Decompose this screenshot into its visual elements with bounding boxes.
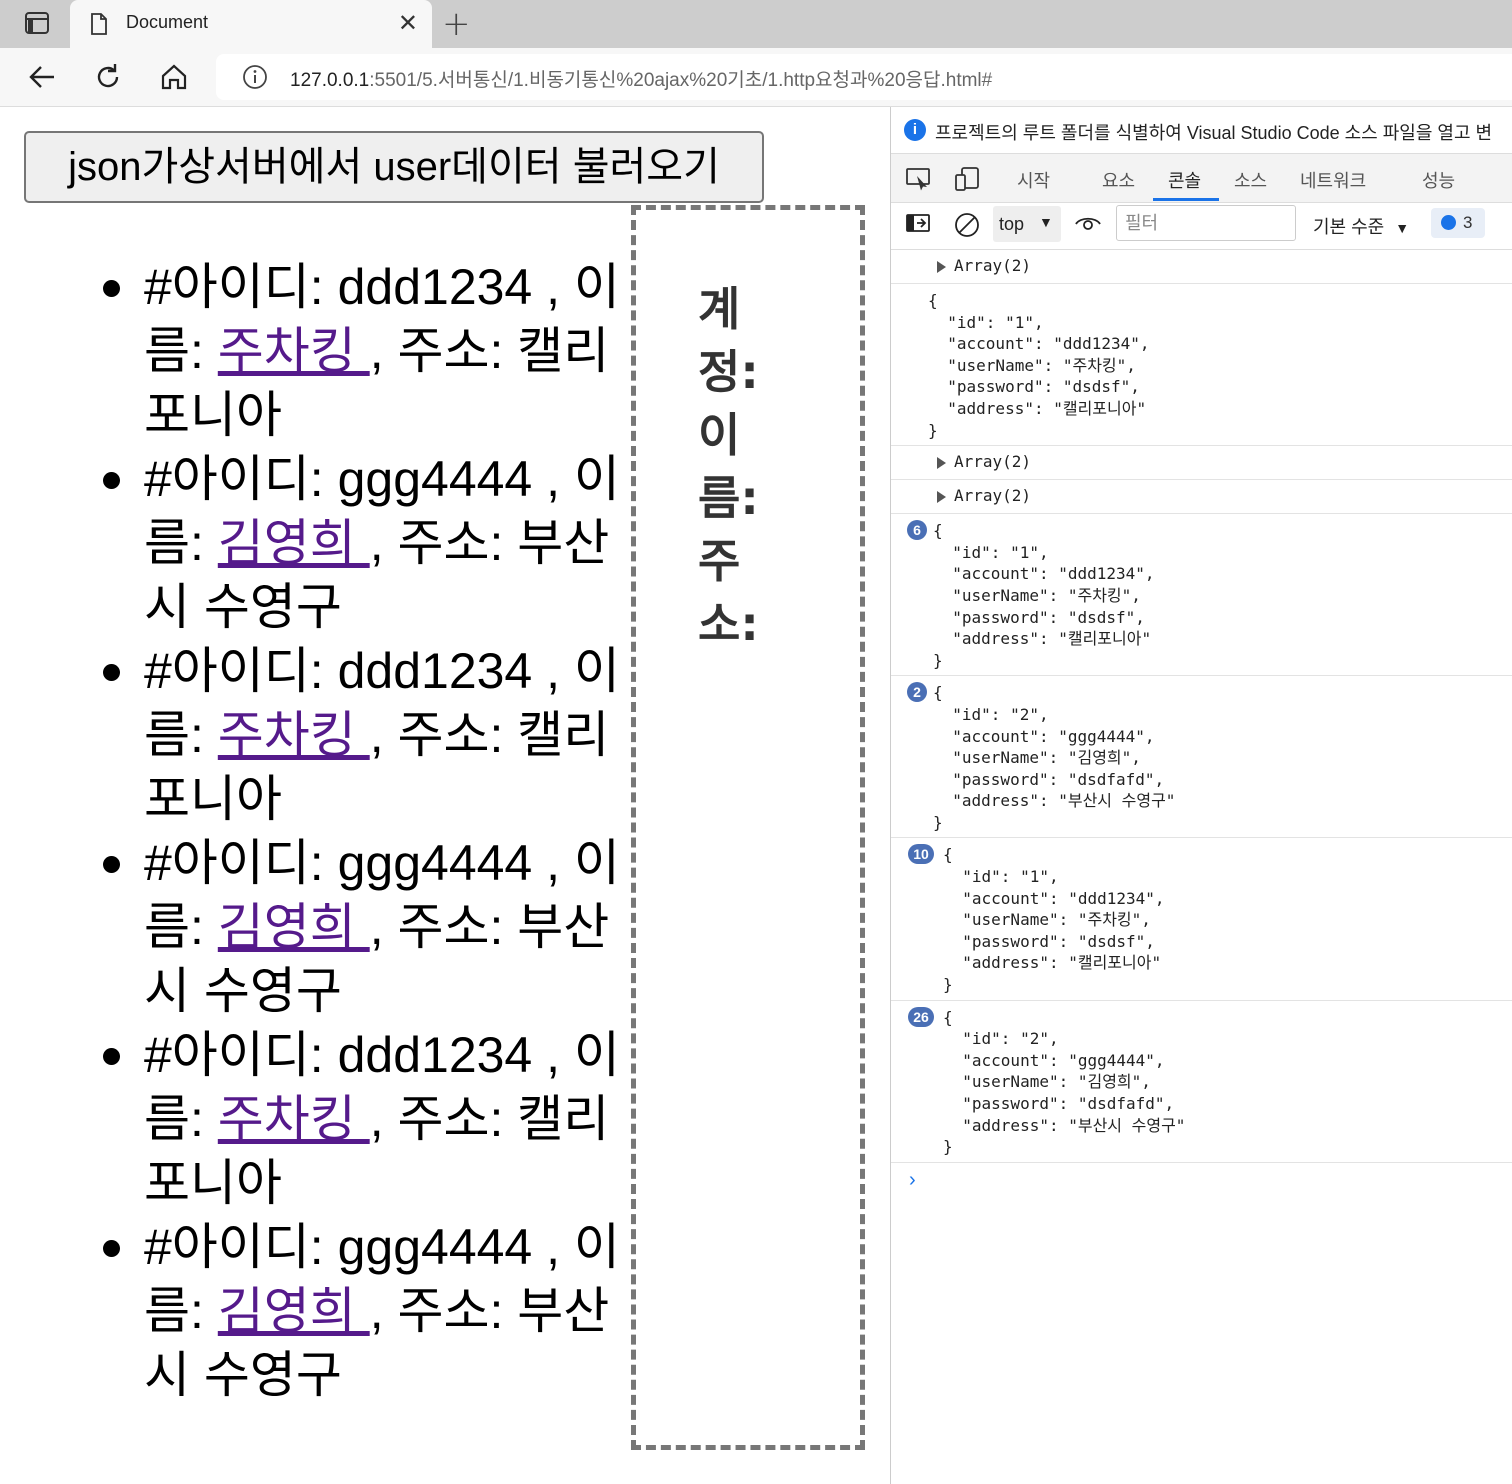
inspect-element-icon[interactable] bbox=[905, 166, 933, 197]
url-path: :5501/5.서버통신/1.비동기통신%20ajax%20기초/1.http요… bbox=[369, 70, 993, 91]
message-count-badge[interactable]: 3 bbox=[1431, 208, 1485, 238]
user-name-link[interactable]: 김영희 bbox=[218, 899, 370, 955]
object-json-text: { "id": "2", "account": "ggg4444", "user… bbox=[943, 1007, 1186, 1157]
load-users-button[interactable]: json가상서버에서 user데이터 불러오기 bbox=[24, 131, 764, 203]
tab-start[interactable]: 시작 bbox=[1017, 167, 1050, 193]
message-count: 3 bbox=[1463, 213, 1473, 232]
console-object-message: 10 { "id": "1", "account": "ddd1234", "us… bbox=[891, 838, 1512, 1001]
prompt-chevron-icon: › bbox=[909, 1168, 916, 1191]
console-object-message: { "id": "1", "account": "ddd1234", "user… bbox=[891, 284, 1512, 447]
console-array-message[interactable]: Array(2) bbox=[891, 446, 1512, 481]
user-list-item: #아이디: ddd1234 , 이름: 주차킹 , 주소: 캘리포니아 bbox=[103, 1023, 628, 1215]
close-icon[interactable]: ✕ bbox=[398, 9, 418, 37]
object-json-text: { "id": "1", "account": "ddd1234", "user… bbox=[928, 291, 1150, 440]
array-label: Array(2) bbox=[954, 452, 1032, 472]
expand-triangle-icon[interactable] bbox=[937, 457, 946, 470]
home-icon[interactable] bbox=[156, 60, 192, 94]
array-label: Array(2) bbox=[954, 256, 1032, 275]
user-list-item: #아이디: ggg4444 , 이름: 김영희 , 주소: 부산시 수영구 bbox=[103, 447, 628, 639]
browser-tab-strip: Document ✕ + bbox=[0, 0, 1512, 48]
tab-title: Document bbox=[126, 12, 209, 32]
console-filter-input[interactable] bbox=[1116, 205, 1296, 241]
console-object-message: 2{ "id": "2", "account": "ggg4444", "use… bbox=[891, 676, 1512, 839]
object-json-text: { "id": "1", "account": "ddd1234", "user… bbox=[933, 521, 1155, 670]
page-viewport: json가상서버에서 user데이터 불러오기 #아이디: ddd1234 , … bbox=[0, 107, 890, 1484]
tab-network[interactable]: 네트워크 bbox=[1300, 167, 1366, 193]
expand-triangle-icon[interactable] bbox=[937, 261, 946, 273]
chevron-down-icon: ▼ bbox=[1395, 220, 1410, 236]
chevron-down-icon: ▼ bbox=[1039, 214, 1053, 230]
clear-console-icon[interactable] bbox=[953, 211, 981, 244]
user-list-item: #아이디: ggg4444 , 이름: 김영희 , 주소: 부산시 수영구 bbox=[103, 831, 628, 1023]
tab-sources[interactable]: 소스 bbox=[1234, 167, 1267, 193]
devtools-infobar: i 프로젝트의 루트 폴더를 식별하여 Visual Studio Code 소… bbox=[891, 107, 1512, 154]
context-selector[interactable]: top ▼ bbox=[993, 206, 1061, 242]
tab-elements[interactable]: 요소 bbox=[1102, 167, 1135, 193]
eye-icon[interactable] bbox=[1073, 214, 1103, 239]
info-icon: i bbox=[904, 119, 926, 141]
object-json-text: { "id": "1", "account": "ddd1234", "user… bbox=[943, 845, 1165, 995]
info-label: 계정: bbox=[698, 282, 759, 399]
console-object-message: 26 { "id": "2", "account": "ggg4444", "us… bbox=[891, 1001, 1512, 1163]
console-output: Array(2) { "id": "1", "account": "ddd1234… bbox=[891, 250, 1512, 1199]
user-list-item: #아이디: ggg4444 , 이름: 김영희 , 주소: 부산시 수영구 bbox=[103, 1215, 628, 1407]
plus-icon[interactable]: + bbox=[442, 4, 471, 44]
sidebar-toggle-icon[interactable] bbox=[14, 10, 58, 38]
devtools-panel: i 프로젝트의 루트 폴더를 식별하여 Visual Studio Code 소… bbox=[890, 107, 1512, 1484]
console-array-message[interactable]: Array(2) bbox=[891, 250, 1512, 284]
url-host: 127.0.0.1 bbox=[290, 70, 370, 91]
user-list-item: #아이디: ddd1234 , 이름: 주차킹 , 주소: 캘리포니아 bbox=[103, 255, 628, 447]
user-list-item: #아이디: ddd1234 , 이름: 주차킹 , 주소: 캘리포니아 bbox=[103, 639, 628, 831]
console-sidebar-icon[interactable] bbox=[905, 212, 931, 241]
infobar-message: 프로젝트의 루트 폴더를 식별하여 Visual Studio Code 소스 … bbox=[935, 123, 1493, 143]
document-icon bbox=[88, 13, 110, 35]
expand-triangle-icon[interactable] bbox=[937, 491, 946, 504]
console-prompt-row[interactable]: › bbox=[891, 1163, 1512, 1199]
log-levels-label: 기본 수준 bbox=[1313, 217, 1385, 237]
info-label: 이름: bbox=[698, 408, 759, 525]
message-icon bbox=[1441, 215, 1456, 230]
back-arrow-icon[interactable] bbox=[24, 60, 60, 94]
console-toolbar: top ▼ 기본 수준 ▼ 3 bbox=[891, 203, 1512, 250]
device-emulation-icon[interactable] bbox=[953, 166, 981, 197]
user-name-link[interactable]: 김영희 bbox=[218, 1283, 370, 1339]
context-value: top bbox=[999, 214, 1025, 234]
address-bar[interactable]: 127.0.0.1:5501/5.서버통신/1.비동기통신%20ajax%20기… bbox=[216, 54, 1512, 100]
user-name-link[interactable]: 김영희 bbox=[218, 515, 370, 571]
devtools-tabbar: 시작 요소 콘솔 소스 네트워크 성능 bbox=[891, 154, 1512, 203]
active-tab-indicator bbox=[1153, 198, 1219, 201]
console-object-message: 6{ "id": "1", "account": "ddd1234", "use… bbox=[891, 514, 1512, 677]
console-array-message[interactable]: Array(2) bbox=[891, 480, 1512, 515]
array-label: Array(2) bbox=[954, 486, 1032, 506]
user-name-link[interactable]: 주차킹 bbox=[218, 1091, 370, 1147]
browser-tab[interactable]: Document ✕ bbox=[70, 0, 432, 48]
log-levels-dropdown[interactable]: 기본 수준 ▼ bbox=[1313, 213, 1409, 239]
info-icon[interactable] bbox=[242, 64, 268, 90]
user-info-box: 계정: 이름: 주소: bbox=[631, 205, 865, 1450]
user-list: #아이디: ddd1234 , 이름: 주차킹 , 주소: 캘리포니아 #아이디:… bbox=[103, 255, 628, 1407]
user-name-link[interactable]: 주차킹 bbox=[218, 707, 370, 763]
repeat-count-badge: 10 bbox=[908, 844, 934, 865]
navigation-bar: 127.0.0.1:5501/5.서버통신/1.비동기통신%20ajax%20기… bbox=[0, 48, 1512, 107]
refresh-icon[interactable] bbox=[90, 60, 126, 94]
user-info-labels: 계정: 이름: 주소: bbox=[698, 278, 788, 656]
tab-console[interactable]: 콘솔 bbox=[1168, 167, 1201, 193]
url-text: 127.0.0.1:5501/5.서버통신/1.비동기통신%20ajax%20기… bbox=[290, 65, 992, 92]
info-label: 주소: bbox=[698, 534, 759, 651]
tab-performance[interactable]: 성능 bbox=[1422, 167, 1455, 193]
user-name-link[interactable]: 주차킹 bbox=[218, 323, 370, 379]
repeat-count-badge: 26 bbox=[908, 1006, 934, 1027]
object-json-text: { "id": "2", "account": "ggg4444", "user… bbox=[933, 683, 1176, 832]
